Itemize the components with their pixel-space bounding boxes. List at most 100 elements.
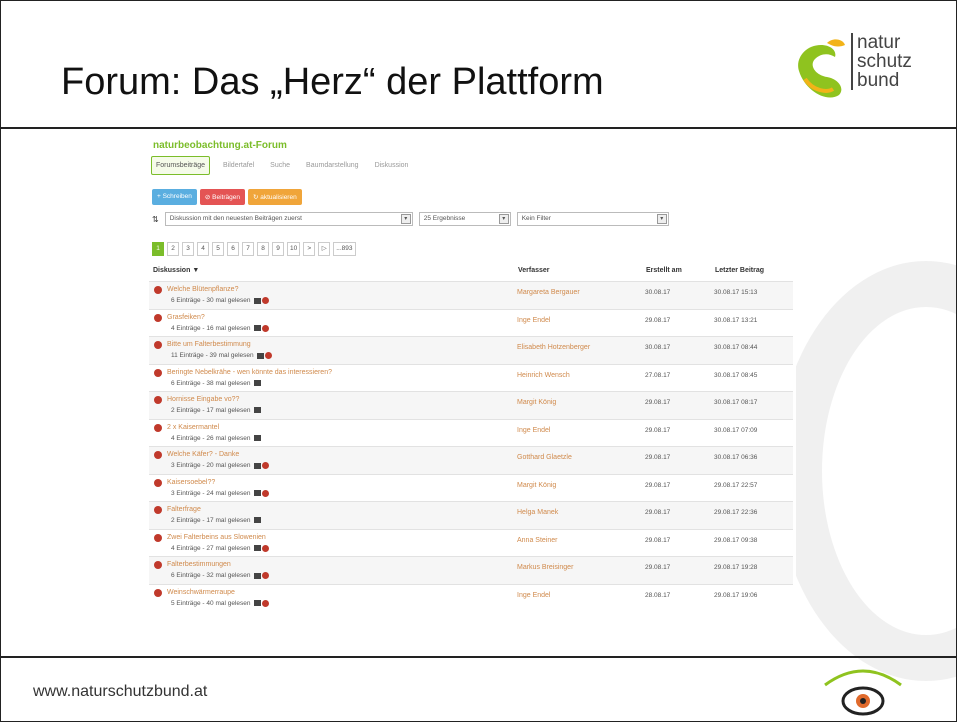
table-row[interactable]: Hornisse Eingabe vo?? 2 Einträge - 17 mal… xyxy=(149,391,793,419)
image-icon xyxy=(256,352,264,359)
created-date: 29.08.17 xyxy=(645,564,671,571)
sort-select[interactable]: Diskussion mit den neuesten Beiträgen zu… xyxy=(164,212,413,226)
page-button[interactable]: ...893 xyxy=(333,242,356,256)
logo-line-3: bund xyxy=(857,70,900,91)
page-button[interactable]: 3 xyxy=(182,242,194,256)
sort-select-value: Diskussion mit den neuesten Beiträgen zu… xyxy=(169,215,302,222)
table-row[interactable]: Falterfrage 2 Einträge - 17 mal gelesen He… xyxy=(149,501,793,529)
author-link[interactable]: Inge Endel xyxy=(517,317,550,324)
filter-select[interactable]: Kein Filter ▾ xyxy=(516,212,669,226)
tab-diskussion[interactable]: Diskussion xyxy=(372,158,412,173)
status-icon xyxy=(154,533,162,542)
last-post-date: 30.08.17 13:21 xyxy=(714,316,758,324)
created-date: 30.08.17 xyxy=(645,344,671,351)
discussion-title[interactable]: Beringte Nebelkrähe - wen könnte das int… xyxy=(167,369,332,376)
table-row[interactable]: Kaisersoebel?? 3 Einträge - 24 mal gelese… xyxy=(149,473,793,501)
page-button[interactable]: ▷ xyxy=(318,242,331,256)
discussion-title[interactable]: Weinschwärmerraupe xyxy=(167,589,235,596)
slide-title: Forum: Das „Herz“ der Plattform xyxy=(61,61,604,103)
table-row[interactable]: Zwei Falterbeins aus Slowenien 4 Einträge… xyxy=(149,528,793,556)
footer-divider xyxy=(1,656,956,658)
created-date: 30.08.17 xyxy=(645,289,671,296)
table-row[interactable]: Welche Blütenpflanze? 6 Einträge - 30 mal… xyxy=(149,281,793,309)
forum-toolbar: + Schreiben ⊘ Beiträgen ↻ aktualisieren xyxy=(152,189,302,205)
page-button[interactable]: 2 xyxy=(167,242,179,256)
author-link[interactable]: Margit König xyxy=(517,482,556,489)
author-link[interactable]: Markus Breisinger xyxy=(517,564,573,571)
discussion-list: Welche Blütenpflanze? 6 Einträge - 30 mal… xyxy=(149,281,793,611)
tab-bildertafel[interactable]: Bildertafel xyxy=(220,158,257,173)
discussion-meta: 2 Einträge - 17 mal gelesen xyxy=(171,517,261,524)
table-row[interactable]: Weinschwärmerraupe 5 Einträge - 40 mal ge… xyxy=(149,583,793,611)
page-button[interactable]: 1 xyxy=(152,242,164,256)
author-link[interactable]: Inge Endel xyxy=(517,592,550,599)
slide: Forum: Das „Herz“ der Plattform natur sc… xyxy=(0,0,957,722)
col-author[interactable]: Verfasser xyxy=(518,267,550,274)
author-link[interactable]: Helga Manek xyxy=(517,509,558,516)
col-last-post[interactable]: Letzter Beitrag xyxy=(715,267,764,274)
naturschutzbund-logo: natur schutz bund xyxy=(791,31,941,111)
author-link[interactable]: Heinrich Wensch xyxy=(517,372,570,379)
discussion-meta-text: 6 Einträge - 30 mal gelesen xyxy=(171,297,251,305)
discussion-meta-text: 2 Einträge - 17 mal gelesen xyxy=(171,517,251,524)
page-button[interactable]: 9 xyxy=(272,242,284,256)
tab-baumdarstellung[interactable]: Baumdarstellung xyxy=(303,158,362,173)
created-date: 29.08.17 xyxy=(645,316,671,324)
table-row[interactable]: Welche Käfer? - Danke 3 Einträge - 20 mal… xyxy=(149,446,793,474)
forum-heading[interactable]: naturbeobachtung.at-Forum xyxy=(153,140,287,151)
question-icon xyxy=(261,462,269,469)
author-link[interactable]: Margit König xyxy=(517,399,556,406)
refresh-button[interactable]: ↻ aktualisieren xyxy=(247,189,302,205)
table-row[interactable]: 2 x Kaisermantel 4 Einträge - 26 mal gele… xyxy=(149,418,793,446)
image-icon xyxy=(253,600,261,606)
delete-button[interactable]: ⊘ Beiträgen xyxy=(199,189,245,205)
page-button[interactable]: 8 xyxy=(257,242,269,256)
discussion-title[interactable]: Grasfeiken? xyxy=(167,314,205,321)
status-icon xyxy=(154,451,162,459)
table-row[interactable]: Bitte um Falterbestimmung 11 Einträge - 3… xyxy=(149,336,793,364)
page-button[interactable]: 5 xyxy=(212,242,224,256)
status-icon xyxy=(154,313,162,322)
discussion-title[interactable]: Welche Käfer? - Danke xyxy=(167,451,239,458)
author-link[interactable]: Gotthard Glaetzle xyxy=(517,454,572,461)
col-discussion[interactable]: Diskussion ▼ xyxy=(153,267,199,274)
discussion-title[interactable]: Hornisse Eingabe vo?? xyxy=(167,396,239,403)
discussion-title[interactable]: Welche Blütenpflanze? xyxy=(167,286,238,293)
results-select[interactable]: 25 Ergebnisse ▾ xyxy=(418,212,511,226)
discussion-title[interactable]: Falterbestimmungen xyxy=(167,561,231,568)
write-button[interactable]: + Schreiben xyxy=(152,189,197,205)
tab-suche[interactable]: Suche xyxy=(267,158,293,173)
discussion-title[interactable]: Zwei Falterbeins aus Slowenien xyxy=(167,534,266,541)
footer-url: www.naturschutzbund.at xyxy=(33,683,208,700)
discussion-title[interactable]: Kaisersoebel?? xyxy=(167,479,215,486)
table-row[interactable]: Grasfeiken? 4 Einträge - 16 mal gelesen In… xyxy=(149,308,793,336)
image-icon xyxy=(253,462,261,469)
col-created[interactable]: Erstellt am xyxy=(646,267,682,274)
author-link[interactable]: Elisabeth Hotzenberger xyxy=(517,344,590,351)
page-button[interactable]: 6 xyxy=(227,242,239,256)
background-swirl xyxy=(776,261,956,681)
discussion-title[interactable]: Bitte um Falterbestimmung xyxy=(167,341,251,348)
table-row[interactable]: Beringte Nebelkrähe - wen könnte das int… xyxy=(149,363,793,391)
author-link[interactable]: Margareta Bergauer xyxy=(517,289,580,296)
discussion-meta: 3 Einträge - 20 mal gelesen xyxy=(171,462,269,469)
author-link[interactable]: Anna Steiner xyxy=(517,537,557,544)
discussion-meta: 6 Einträge - 38 mal gelesen xyxy=(171,380,261,387)
tab-forumsbeitraege[interactable]: Forumsbeiträge xyxy=(151,156,211,175)
author-link[interactable]: Inge Endel xyxy=(517,427,550,434)
discussion-meta: 4 Einträge - 16 mal gelesen xyxy=(171,324,269,332)
discussion-meta-text: 6 Einträge - 38 mal gelesen xyxy=(171,379,251,387)
filter-icon[interactable]: ▼ xyxy=(192,267,199,274)
discussion-title[interactable]: Falterfrage xyxy=(167,506,201,513)
page-button[interactable]: 10 xyxy=(287,242,301,256)
page-button[interactable]: 7 xyxy=(242,242,254,256)
status-icon xyxy=(154,368,162,377)
logo-line-2: schutz xyxy=(857,51,912,72)
page-button[interactable]: 4 xyxy=(197,242,209,256)
table-row[interactable]: Falterbestimmungen 6 Einträge - 32 mal ge… xyxy=(149,556,793,584)
page-button[interactable]: > xyxy=(303,242,316,256)
discussion-meta: 2 Einträge - 17 mal gelesen xyxy=(171,407,261,414)
logo-line-1: natur xyxy=(857,32,901,53)
logo-wordmark: natur schutz bund xyxy=(851,33,912,90)
discussion-title[interactable]: 2 x Kaisermantel xyxy=(167,424,219,431)
